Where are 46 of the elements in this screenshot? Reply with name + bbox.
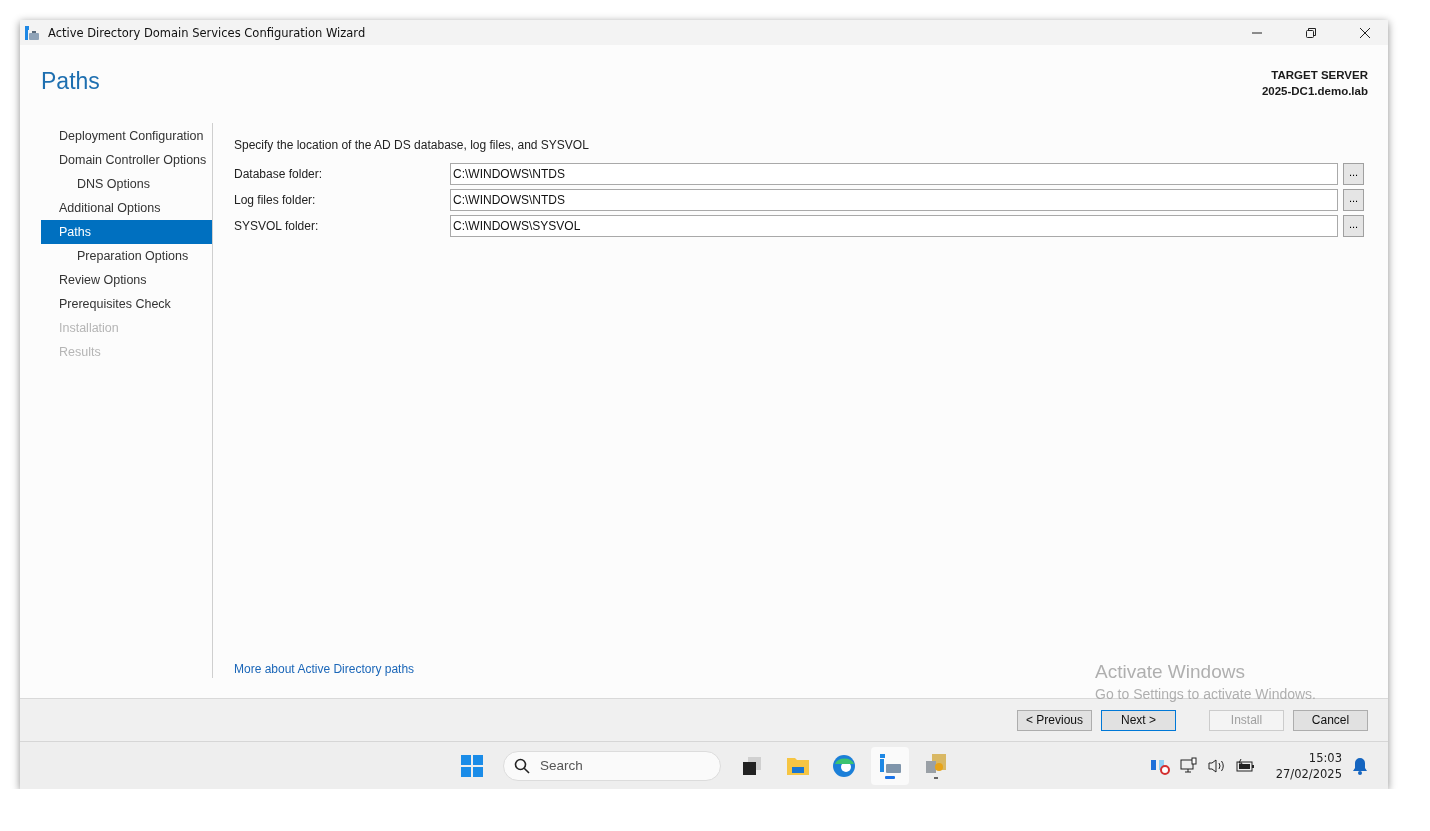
wizard-button[interactable]: Cancel [1293, 709, 1368, 731]
nav-item[interactable]: DNS Options [41, 172, 212, 196]
browse-button[interactable]: ... [1343, 163, 1364, 185]
page-title: Paths [41, 68, 100, 95]
nav-item: Results [58, 344, 102, 361]
folder-input[interactable]: C:\WINDOWS\SYSVOL [450, 215, 1338, 237]
server-toolbox-icon [878, 752, 902, 779]
battery-icon[interactable] [1235, 758, 1256, 773]
target-server-label: TARGET SERVER [1271, 68, 1368, 83]
browse-button[interactable]: ... [1343, 215, 1364, 237]
browser-icon [832, 753, 856, 778]
windows-logo-icon [461, 754, 483, 777]
field-label: SYSVOL folder: [234, 219, 320, 233]
wizard-button[interactable]: Next > [1101, 709, 1176, 731]
nav-item: Installation [58, 320, 120, 337]
browse-button[interactable]: ... [1343, 189, 1364, 211]
notification-bell-icon[interactable] [1352, 756, 1368, 775]
clock-date: 27/02/2025 [1275, 765, 1342, 782]
app-icon [24, 24, 40, 41]
nav-item[interactable]: Domain Controller Options [41, 148, 212, 172]
nav-item[interactable]: Paths [41, 220, 212, 244]
close-icon [1360, 27, 1370, 38]
restore-icon [1306, 27, 1316, 38]
field-label: Database folder: [234, 167, 324, 181]
nav-item[interactable]: Deployment Configuration [41, 124, 212, 148]
monitor-icon[interactable] [1179, 756, 1198, 775]
certificate-icon [924, 752, 948, 779]
folder-input[interactable]: C:\WINDOWS\NTDS [450, 189, 1338, 211]
taskbar-search-field[interactable]: Search [503, 750, 721, 781]
overlapping-squares-icon [741, 754, 763, 777]
server-tool-taskbar-button[interactable] [871, 746, 909, 785]
nav-item[interactable]: Preparation Options [41, 244, 212, 268]
field-label: Log files folder: [234, 193, 317, 207]
instruction-text: Specify the location of the AD DS database, log files, and SYSVOL [234, 137, 590, 154]
help-link[interactable]: More about Active Directory paths [234, 662, 415, 676]
nav-item[interactable]: Additional Options [41, 196, 212, 220]
window-title: Active Directory Domain Services Configuration Wizard [48, 25, 367, 40]
nav-item[interactable]: Review Options [41, 268, 212, 292]
activation-message: Go to Settings to activate Windows. [1095, 685, 1316, 704]
nav-item[interactable]: Prerequisites Check [41, 292, 212, 316]
folder-input[interactable]: C:\WINDOWS\NTDS [450, 163, 1338, 185]
speaker-icon[interactable] [1207, 757, 1226, 774]
activation-title: Activate Windows [1095, 661, 1246, 683]
clock-time: 15:03 [1308, 749, 1342, 766]
target-server-name: 2025-DC1.demo.lab [1261, 84, 1368, 99]
wizard-button[interactable]: < Previous [1017, 709, 1092, 731]
